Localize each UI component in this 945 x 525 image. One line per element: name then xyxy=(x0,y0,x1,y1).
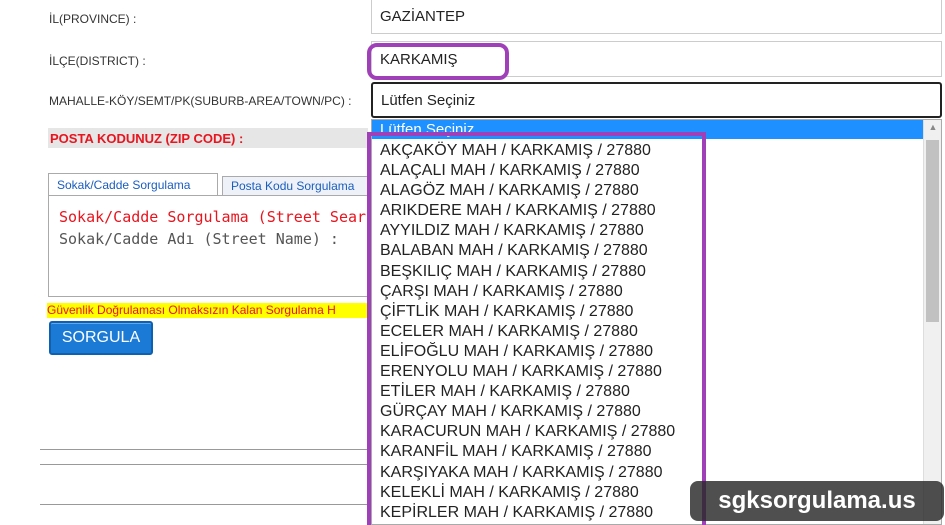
neighborhood-label: MAHALLE-KÖY/SEMT/PK(SUBURB-AREA/TOWN/PC)… xyxy=(49,94,352,108)
security-note: Güvenlik Doğrulaması Olmaksızın Kalan So… xyxy=(47,303,368,318)
zip-code-label: POSTA KODUNUZ (ZIP CODE) : xyxy=(50,131,244,146)
query-button[interactable]: SORGULA xyxy=(49,321,153,355)
dropdown-option[interactable]: ALAÇALI MAH / KARKAMIŞ / 27880 xyxy=(380,161,675,181)
dropdown-option[interactable]: BEŞKILIÇ MAH / KARKAMIŞ / 27880 xyxy=(380,262,675,282)
province-field[interactable]: GAZİANTEP xyxy=(371,0,942,34)
dropdown-option[interactable]: KARŞIYAKA MAH / KARKAMIŞ / 27880 xyxy=(380,463,675,483)
dropdown-option[interactable]: GÜRÇAY MAH / KARKAMIŞ / 27880 xyxy=(380,402,675,422)
panel-title: Sokak/Cadde Sorgulama (Street Search xyxy=(59,208,385,226)
province-label: İL(PROVINCE) : xyxy=(49,12,137,26)
street-name-label: Sokak/Cadde Adı (Street Name) : xyxy=(59,230,339,248)
dropdown-option[interactable]: ALAGÖZ MAH / KARKAMIŞ / 27880 xyxy=(380,181,675,201)
dropdown-option[interactable]: KEPİRLER MAH / KARKAMIŞ / 27880 xyxy=(380,503,675,523)
dropdown-option[interactable]: ECELER MAH / KARKAMIŞ / 27880 xyxy=(380,322,675,342)
dropdown-option-selected[interactable]: Lütfen Seçiniz xyxy=(372,120,923,139)
scrollbar-thumb[interactable] xyxy=(926,140,939,322)
dropdown-option[interactable]: KARANFİL MAH / KARKAMIŞ / 27880 xyxy=(380,442,675,462)
dropdown-option[interactable]: ÇARŞI MAH / KARKAMIŞ / 27880 xyxy=(380,282,675,302)
dropdown-option[interactable]: ARIKDERE MAH / KARKAMIŞ / 27880 xyxy=(380,201,675,221)
dropdown-scrollbar[interactable]: ▲ xyxy=(923,120,941,524)
district-field[interactable]: KARKAMIŞ xyxy=(371,41,942,77)
dropdown-options: AKÇAKÖY MAH / KARKAMIŞ / 27880 ALAÇALI MA… xyxy=(380,141,675,523)
dropdown-option[interactable]: AYYILDIZ MAH / KARKAMIŞ / 27880 xyxy=(380,221,675,241)
scroll-up-arrow-icon[interactable]: ▲ xyxy=(924,122,941,136)
dropdown-option[interactable]: KELEKLİ MAH / KARKAMIŞ / 27880 xyxy=(380,483,675,503)
divider-line xyxy=(40,449,370,450)
dropdown-option[interactable]: ETİLER MAH / KARKAMIŞ / 27880 xyxy=(380,382,675,402)
watermark: sgksorgulama.us xyxy=(690,481,944,521)
dropdown-option[interactable]: KARACURUN MAH / KARKAMIŞ / 27880 xyxy=(380,422,675,442)
tab-street-search[interactable]: Sokak/Cadde Sorgulama xyxy=(48,173,218,195)
dropdown-option[interactable]: BALABAN MAH / KARKAMIŞ / 27880 xyxy=(380,241,675,261)
district-label: İLÇE(DISTRICT) : xyxy=(49,54,146,68)
dropdown-option[interactable]: ELİFOĞLU MAH / KARKAMIŞ / 27880 xyxy=(380,342,675,362)
neighborhood-select[interactable]: Lütfen Seçiniz xyxy=(371,82,942,118)
dropdown-option[interactable]: AKÇAKÖY MAH / KARKAMIŞ / 27880 xyxy=(380,141,675,161)
tab-zip-search[interactable]: Posta Kodu Sorgulama xyxy=(222,176,370,195)
divider-line xyxy=(40,464,370,465)
neighborhood-dropdown-list[interactable]: Lütfen Seçiniz AKÇAKÖY MAH / KARKAMIŞ / … xyxy=(371,119,942,525)
dropdown-option[interactable]: ÇİFTLİK MAH / KARKAMIŞ / 27880 xyxy=(380,302,675,322)
dropdown-option[interactable]: ERENYOLU MAH / KARKAMIŞ / 27880 xyxy=(380,362,675,382)
divider-line xyxy=(40,504,370,505)
